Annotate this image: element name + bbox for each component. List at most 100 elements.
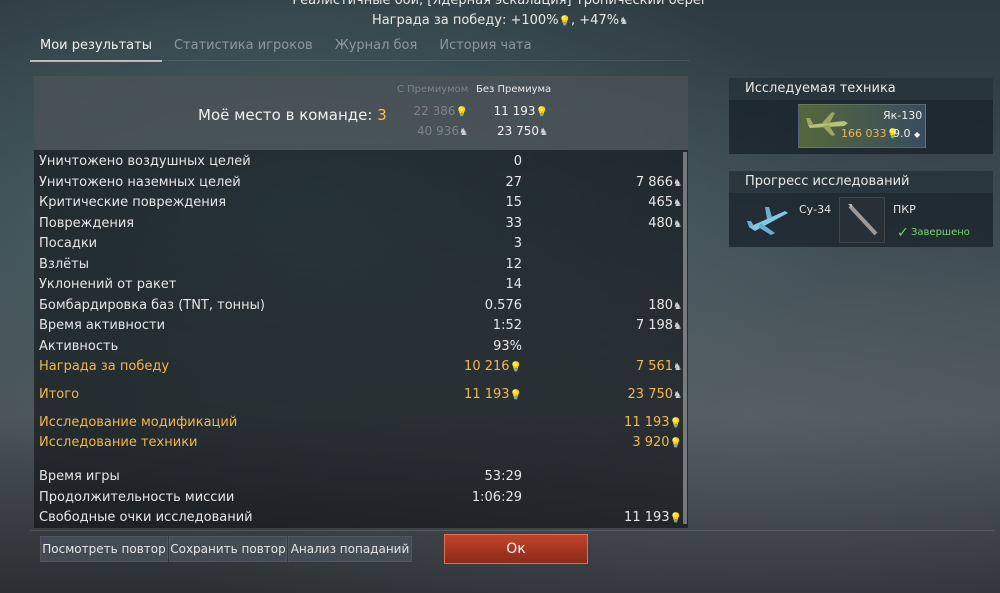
stat-label: Повреждения [39,216,135,231]
base-sl-value: 23 750 [497,124,540,138]
research-points-icon: 💡 [669,418,682,429]
stat-reward-value: 180 [648,298,674,313]
research-label: Исследование техники [39,435,198,450]
researched-vehicle-br: 9.0 ◆ [893,127,920,140]
stat-value: 14 [505,277,522,292]
progress-status: ✓ Завершено [893,225,970,241]
summary-reward-value: 11 193 [624,510,670,525]
tab-player-stats[interactable]: Статистика игроков [164,32,323,60]
summary-row: Время игры 53:29 [34,467,688,487]
summary-label: Свободные очки исследований [39,510,253,525]
stat-row: Бомбардировка баз (TNT, тонны) 0.576 180… [34,296,688,316]
stat-value: 15 [505,195,522,210]
su-34-plane-icon [747,207,788,235]
research-points-icon: 💡 [669,438,682,449]
missile-icon [848,204,878,236]
premium-rp-value: 22 386 [413,104,456,118]
totals-sl-value: 23 750 [627,387,674,402]
summary-row: Продолжительность миссии 1:06:29 [34,488,688,508]
totals-rp-value: 11 193 [464,387,510,402]
stat-reward: 180♞ [648,298,682,313]
stat-row: Уничтожено наземных целей 27 7 866♞ [34,173,688,193]
summary-reward: 11 193💡 [624,510,682,525]
research-points-icon: 💡 [509,362,522,373]
team-place: Моё место в команде: 3 [198,106,387,124]
stat-reward: 7 866♞ [636,175,682,190]
research-points-icon: 💡 [509,390,522,401]
tab-battle-log[interactable]: Журнал боя [325,32,428,60]
silver-lions-icon: ♞ [459,127,468,138]
progress-module-name: ПКР [893,203,916,216]
research-points-icon: 💡 [535,107,548,118]
checkmark-icon: ✓ [897,225,909,241]
totals-row: Итого 11 193💡 23 750♞ [34,385,688,405]
research-points-icon: 💡 [455,107,468,118]
tab-my-results[interactable]: Мои результаты [30,32,162,62]
stat-row-victory-reward: Награда за победу 10 216💡 7 561♞ [34,357,688,377]
research-label: Исследование модификаций [39,415,238,430]
aircraft-type-icon: ◆ [914,130,921,139]
research-value: 3 920💡 [632,435,682,450]
stat-label: Активность [39,339,119,354]
silver-lions-icon: ♞ [673,390,682,401]
summary-label: Продолжительность миссии [39,490,235,505]
researched-vehicle-name: Як-130 [883,109,923,122]
stat-row: Взлёты 12 [34,255,688,275]
stat-row: Повреждения 33 480♞ [34,214,688,234]
base-rp: 11 193💡 [494,104,548,118]
stat-label: Награда за победу [39,359,170,374]
premium-sl: 40 936♞ [417,124,468,138]
module-slot[interactable] [839,197,885,243]
reward-prefix: Награда за победу: [371,13,511,28]
results-tabs: Мои результаты Статистика игроков Журнал… [30,32,544,62]
view-replay-button[interactable]: Посмотреть повтор [40,536,168,562]
progress-vehicle-name: Су-34 [799,203,832,216]
hit-analysis-button[interactable]: Анализ попаданий [288,536,412,562]
research-value-text: 11 193 [624,415,670,430]
team-place-value: 3 [377,106,387,124]
stat-row: Критические повреждения 15 465♞ [34,193,688,213]
ok-button[interactable]: Ок [444,534,588,564]
premium-rp: 22 386💡 [414,104,468,118]
stat-reward: 7 198♞ [636,318,682,333]
silver-lions-icon: ♞ [673,301,682,312]
silver-lions-icon: ♞ [673,219,682,230]
researched-vehicle-card[interactable]: Як-130 166 033💡 9.0 ◆ [798,104,926,148]
research-vehicle-row: Исследование техники 3 920💡 [34,433,688,453]
stat-label: Посадки [39,236,98,251]
research-modifications-row: Исследование модификаций 11 193💡 [34,413,688,433]
team-place-box: Моё место в команде: 3 С Премиумом Без П… [34,76,688,150]
stat-row: Уничтожено воздушных целей 0 [34,152,688,172]
totals-sl: 23 750♞ [628,387,682,402]
tab-chat-history[interactable]: История чата [429,32,541,60]
stat-reward-value: 7 198 [635,318,674,333]
silver-lions-icon: ♞ [673,178,682,189]
researched-vehicle-cost: 166 033💡 [841,127,899,140]
base-rp-value: 11 193 [493,104,536,118]
results-scrollbar[interactable] [683,152,687,524]
summary-value: 53:29 [484,469,522,484]
research-progress-heading: Прогресс исследований [729,171,993,193]
column-header-no-premium: Без Премиума [476,84,552,95]
stat-value: 0 [513,154,522,169]
stat-label: Время активности [39,318,166,333]
column-header-premium: С Премиумом [397,84,469,95]
totals-rp: 11 193💡 [464,387,522,402]
save-replay-button[interactable]: Сохранить повтор [169,536,287,562]
base-sl: 23 750♞ [497,124,548,138]
stat-row: Уклонений от ракет 14 [34,275,688,295]
silver-lions-icon: ♞ [619,16,629,27]
research-progress-panel: Су-34 ПКР ✓ Завершено [729,193,993,247]
silver-lions-icon: ♞ [673,321,682,332]
stat-label: Уклонений от ракет [39,277,177,292]
stat-label: Критические повреждения [39,195,227,210]
stat-value: 0.576 [484,298,522,313]
research-value: 11 193💡 [624,415,682,430]
stat-label: Уничтожено воздушных целей [39,154,251,169]
stat-value: 93% [493,339,522,354]
stat-row: Активность 93% [34,337,688,357]
stat-row: Посадки 3 [34,234,688,254]
mission-title: Реалистичные бои, [Ядерная эскалация] Тр… [292,0,708,8]
summary-value: 1:06:29 [471,490,522,505]
stat-reward-value: 7 866 [635,175,674,190]
